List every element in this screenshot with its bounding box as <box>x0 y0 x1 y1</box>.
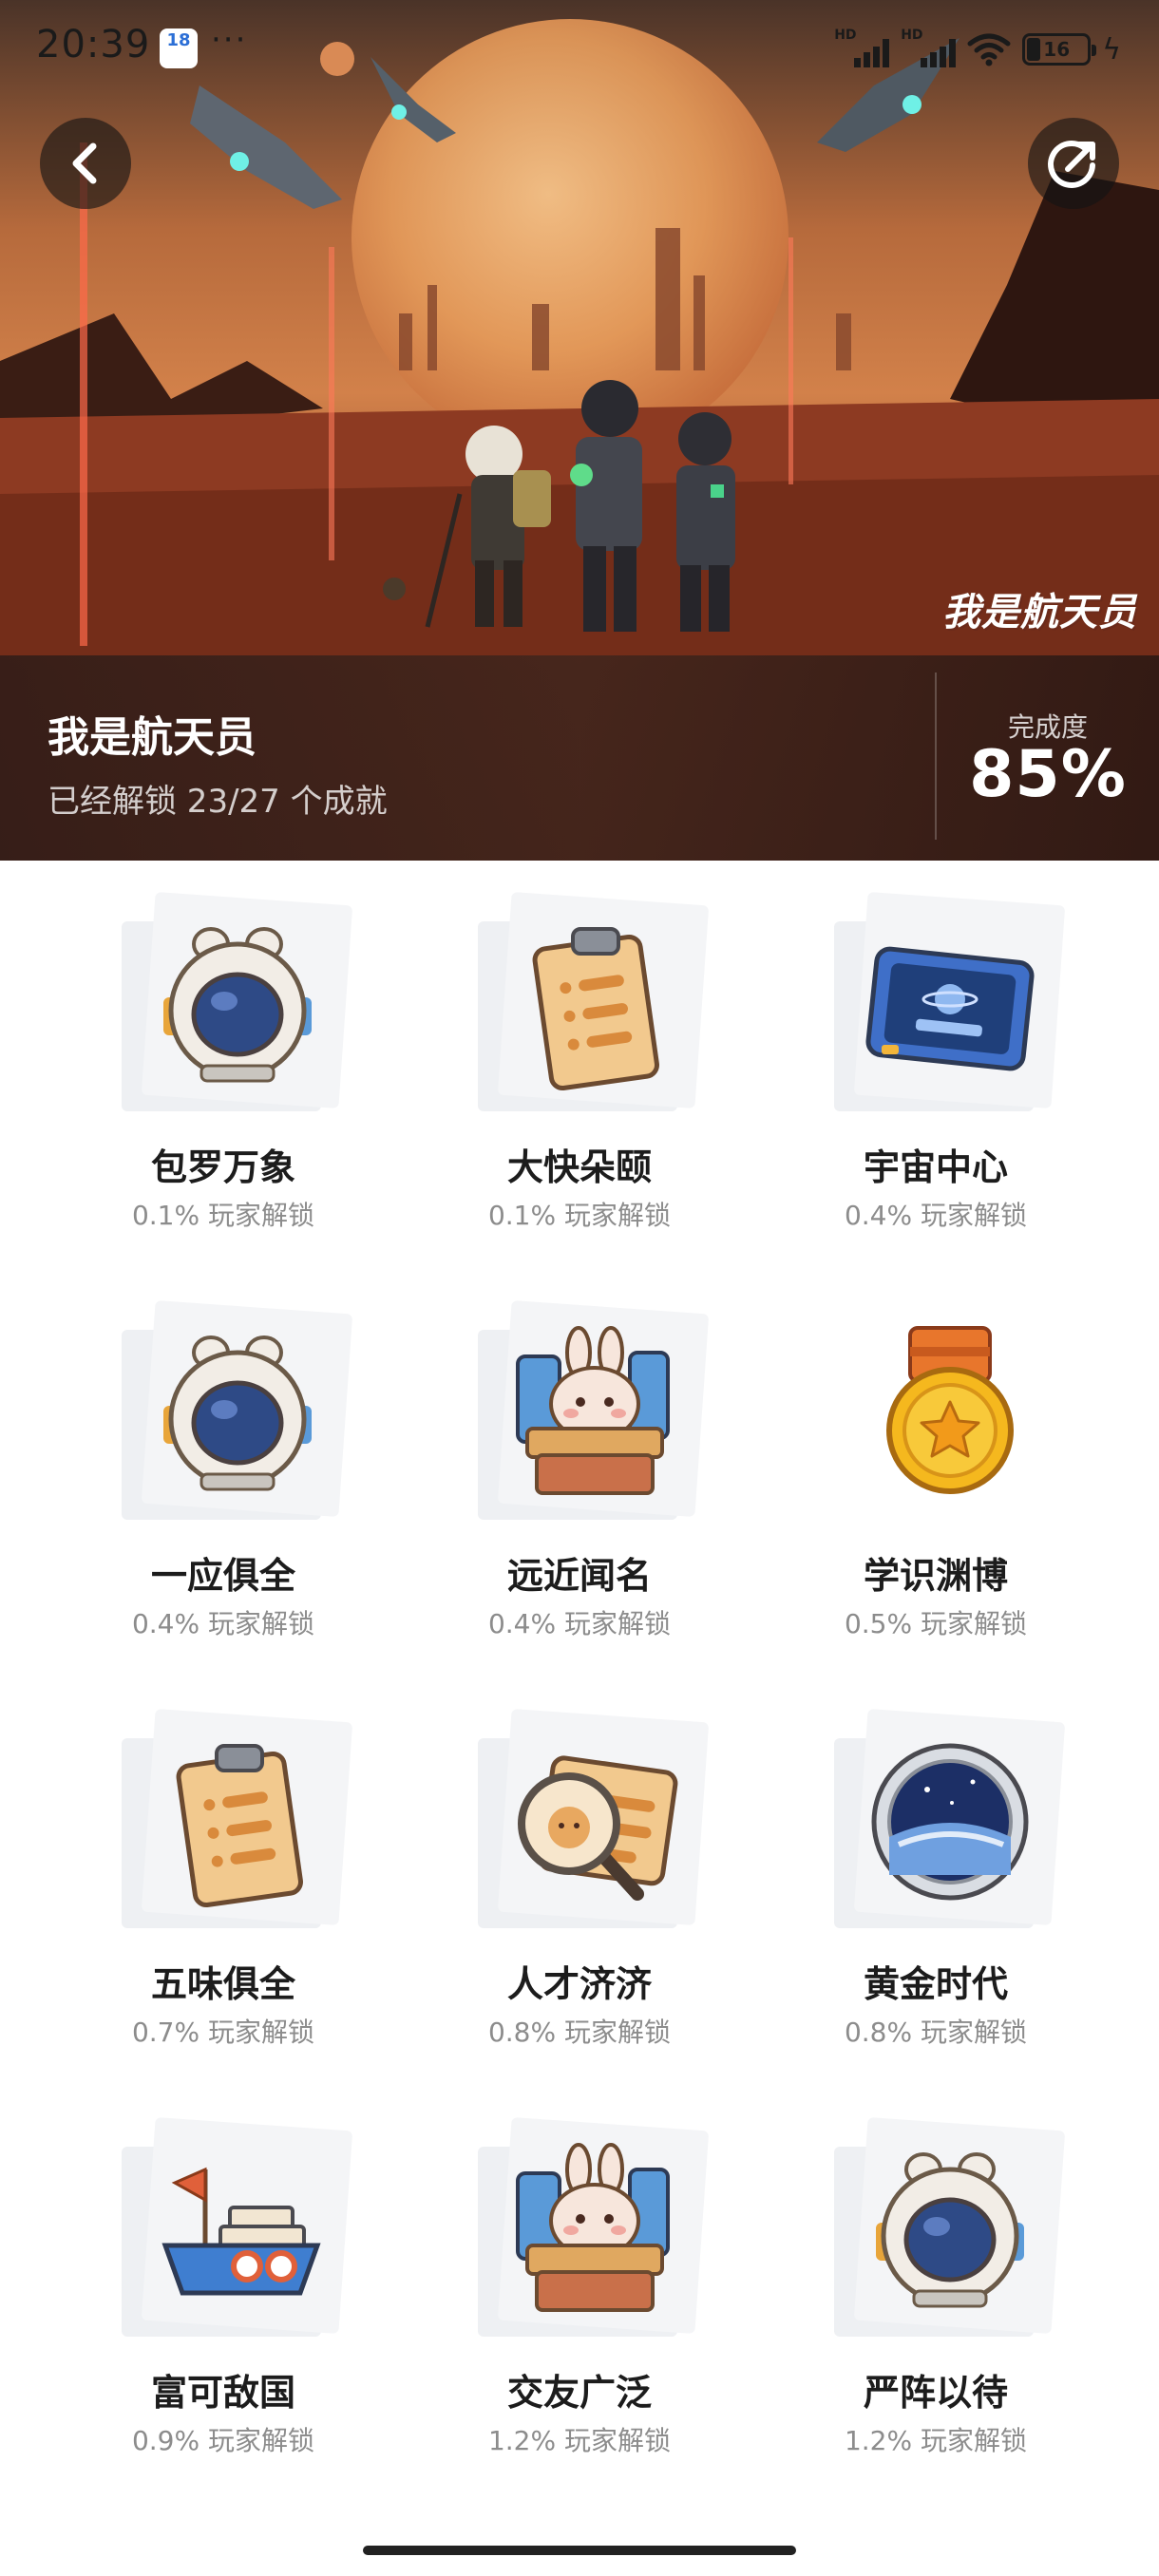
ship-icon <box>162 2167 321 2296</box>
achievement-rate: 1.2% 玩家解锁 <box>487 2425 672 2456</box>
battery-icon: 16 <box>1022 33 1097 66</box>
achievement-name: 人才济济 <box>506 1963 652 2005</box>
helmet-icon <box>163 927 312 1083</box>
achievement-card[interactable]: 严阵以待 1.2% 玩家解锁 <box>758 2086 1113 2485</box>
achievement-rate: 1.2% 玩家解锁 <box>844 2425 1028 2456</box>
clipboard-icon <box>532 927 659 1091</box>
status-time: 20:39 <box>36 23 151 66</box>
calendar-icon: 18 <box>160 28 198 68</box>
achievement-card[interactable]: 一应俱全 0.4% 玩家解锁 <box>46 1269 401 1668</box>
signal-hd-label: HD <box>834 28 857 43</box>
achievement-name: 五味俱全 <box>150 1963 295 2005</box>
signal-hd-label: HD <box>901 28 923 43</box>
achievement-rate: 0.1% 玩家解锁 <box>487 1200 672 1231</box>
achievement-name: 严阵以待 <box>863 2372 1008 2414</box>
chevron-left-icon <box>72 142 97 184</box>
achievement-card[interactable]: 大快朵颐 0.1% 玩家解锁 <box>402 861 757 1260</box>
signal-icon: HD <box>901 28 957 67</box>
achievement-card[interactable]: 富可敌国 0.9% 玩家解锁 <box>46 2086 401 2485</box>
achievement-card[interactable]: 学识渊博 0.5% 玩家解锁 <box>758 1269 1113 1668</box>
achievement-rate: 0.7% 玩家解锁 <box>131 2017 315 2048</box>
achievement-name: 一应俱全 <box>150 1555 295 1597</box>
clipboard-icon <box>176 1744 303 1908</box>
achievement-name: 富可敌国 <box>150 2372 295 2414</box>
achievement-rate: 0.8% 玩家解锁 <box>487 2017 672 2048</box>
achievement-rate: 0.9% 玩家解锁 <box>131 2425 315 2456</box>
bunny-box-icon <box>516 2143 670 2312</box>
hero-banner: 我是航天员 我是航天员 已经解锁 23/27 个成就 完成度 85% <box>0 0 1159 861</box>
achievement-rate: 0.4% 玩家解锁 <box>487 1608 672 1639</box>
achievement-rate: 0.8% 玩家解锁 <box>844 2017 1028 2048</box>
magnifier-card-icon <box>518 1755 678 1901</box>
battery-level: 16 <box>1043 38 1071 61</box>
wifi-icon <box>967 33 1011 66</box>
charging-icon: ϟ <box>1102 32 1121 66</box>
hero-logo: 我是航天员 <box>942 591 1137 635</box>
back-button[interactable] <box>40 118 131 209</box>
helmet-icon <box>163 1335 312 1491</box>
home-indicator[interactable] <box>363 2546 796 2555</box>
achievement-card[interactable]: 远近闻名 0.4% 玩家解锁 <box>402 1269 757 1668</box>
progress-value: 85% <box>969 737 1127 812</box>
achievement-name: 学识渊博 <box>863 1555 1008 1597</box>
achievement-card[interactable]: 黄金时代 0.8% 玩家解锁 <box>758 1677 1113 2076</box>
page-title: 我是航天员 <box>48 713 256 762</box>
helmet-icon <box>876 2152 1024 2308</box>
achievement-card[interactable]: 人才济济 0.8% 玩家解锁 <box>402 1677 757 2076</box>
achievement-name: 远近闻名 <box>506 1555 652 1597</box>
achievement-name: 宇宙中心 <box>863 1146 1008 1188</box>
more-notifications-icon: ··· <box>211 21 248 59</box>
bunny-box-icon <box>516 1326 670 1495</box>
achievement-card[interactable]: 交友广泛 1.2% 玩家解锁 <box>402 2086 757 2485</box>
achievement-card[interactable]: 五味俱全 0.7% 玩家解锁 <box>46 1677 401 2076</box>
achievement-name: 大快朵颐 <box>506 1146 652 1188</box>
achievement-rate: 0.4% 玩家解锁 <box>131 1608 315 1639</box>
achievement-name: 黄金时代 <box>863 1963 1008 2005</box>
status-bar: 20:39 18 ··· HD HD 16 ϟ <box>0 0 1159 95</box>
gold-medal-icon <box>886 1326 1014 1494</box>
porthole-earth-icon <box>871 1743 1029 1901</box>
hero-illustration <box>0 0 1159 655</box>
unlock-count: 已经解锁 23/27 个成就 <box>48 783 388 821</box>
achievement-name: 包罗万象 <box>150 1146 295 1188</box>
achievement-rate: 0.4% 玩家解锁 <box>844 1200 1028 1231</box>
share-icon <box>1048 141 1095 188</box>
signal-icon: HD <box>834 28 890 67</box>
achievement-rate: 0.1% 玩家解锁 <box>131 1200 315 1231</box>
calendar-day: 18 <box>166 30 191 50</box>
tablet-icon <box>865 946 1035 1071</box>
achievement-card[interactable]: 包罗万象 0.1% 玩家解锁 <box>46 861 401 1260</box>
achievement-card[interactable]: 宇宙中心 0.4% 玩家解锁 <box>758 861 1113 1260</box>
achievement-rate: 0.5% 玩家解锁 <box>844 1608 1028 1639</box>
share-button[interactable] <box>1028 118 1119 209</box>
achievement-name: 交友广泛 <box>506 2372 652 2414</box>
